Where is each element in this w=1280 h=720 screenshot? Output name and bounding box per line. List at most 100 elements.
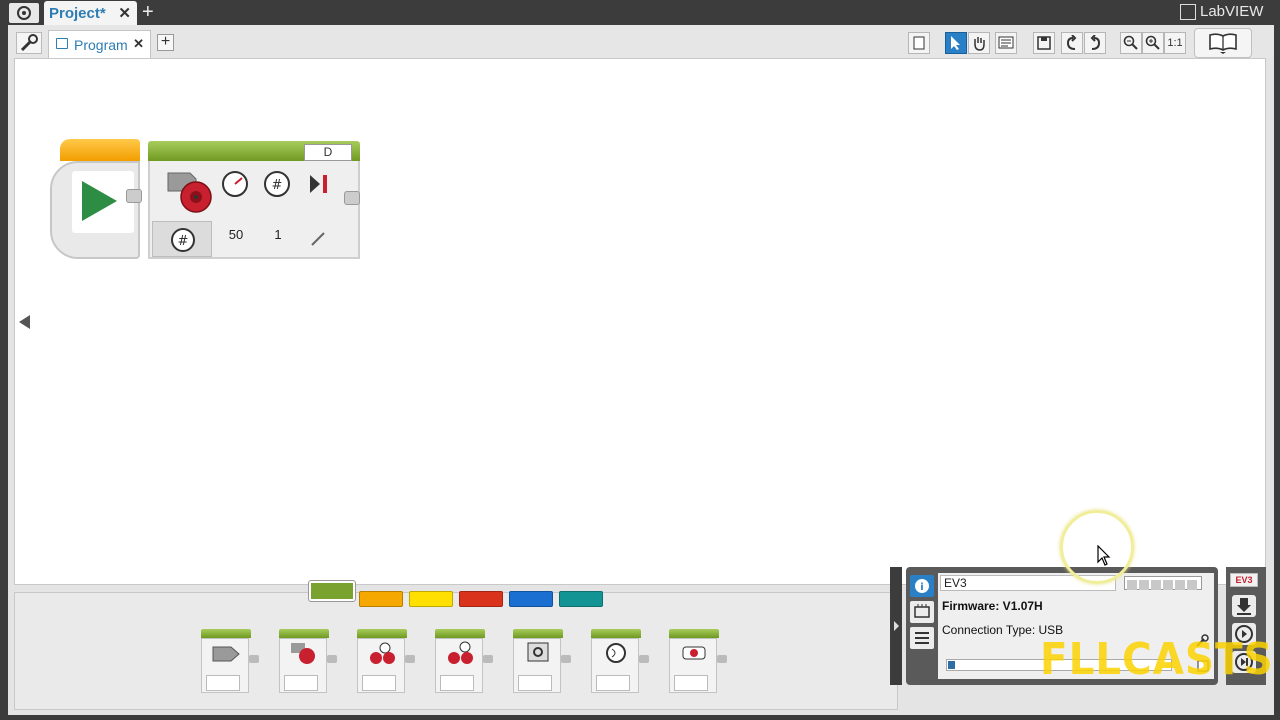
power-value[interactable]: 50 <box>216 227 256 242</box>
medium-motor-block[interactable] <box>201 629 259 693</box>
tank-icon <box>448 641 473 664</box>
comment-tool-button[interactable] <box>995 32 1017 54</box>
svg-text:#: # <box>178 234 189 249</box>
wrench-icon <box>20 34 38 52</box>
hand-icon <box>974 37 985 51</box>
labview-logo: LabVIEW <box>1180 2 1270 22</box>
list-icon <box>915 632 929 644</box>
palette-tab-myblocks[interactable] <box>559 591 603 607</box>
motor-block-header: D <box>148 141 360 161</box>
start-play-area[interactable] <box>72 171 134 233</box>
status-light-icon <box>682 646 706 660</box>
select-tool-button[interactable] <box>945 32 967 54</box>
large-motor-icon <box>167 172 212 213</box>
motor-block-body: # # 50 1 <box>148 161 360 259</box>
programming-palette <box>14 580 898 710</box>
add-program-button[interactable]: + <box>157 34 174 51</box>
sound-icon <box>606 643 626 663</box>
palette-tab-sensor[interactable] <box>409 591 453 607</box>
lobby-button[interactable] <box>9 3 39 23</box>
project-tab-label: Project* <box>49 5 106 22</box>
zoom-out-button[interactable] <box>1120 32 1142 54</box>
start-block[interactable] <box>50 139 142 261</box>
sound-block[interactable] <box>591 629 649 693</box>
undo-button[interactable] <box>1061 32 1083 54</box>
available-bricks-tab[interactable] <box>910 627 934 649</box>
pan-tool-button[interactable] <box>968 32 990 54</box>
save-button[interactable] <box>1033 32 1055 54</box>
start-block-header <box>60 139 140 161</box>
project-properties-button[interactable] <box>16 32 42 54</box>
sequence-plug[interactable] <box>126 189 142 203</box>
move-steering-block[interactable] <box>357 629 415 693</box>
page-icon <box>913 36 925 50</box>
hardware-page-toggle-icon[interactable] <box>890 567 902 685</box>
brick-status-light-block[interactable] <box>669 629 727 693</box>
labview-icon <box>1180 4 1196 20</box>
start-block-body <box>50 161 140 259</box>
undo-icon <box>1066 34 1077 50</box>
rotations-value[interactable]: 1 <box>258 227 298 242</box>
large-motor-block[interactable]: D # # 50 1 <box>148 141 360 259</box>
display-icon <box>527 642 549 662</box>
save-icon <box>1037 36 1051 50</box>
palette-tab-action[interactable] <box>308 580 356 602</box>
program-tab-bar: Program ✕ + 1:1 <box>8 25 1274 58</box>
svg-text:i: i <box>920 582 923 593</box>
port-selector[interactable]: D <box>304 144 352 161</box>
speed-gauge-icon <box>222 171 248 197</box>
sequence-plug-out[interactable] <box>344 191 360 205</box>
rotations-icon: # <box>264 171 290 197</box>
tab-program[interactable]: Program ✕ <box>48 30 151 58</box>
battery-level <box>1124 576 1202 590</box>
labview-label: LabVIEW <box>1200 3 1264 20</box>
project-tab[interactable]: Project* ✕ <box>44 1 137 25</box>
redo-button[interactable] <box>1084 32 1106 54</box>
program-icon <box>56 38 68 49</box>
zoom-in-button[interactable] <box>1142 32 1164 54</box>
zoom-in-icon <box>1145 35 1160 50</box>
large-motor-icon <box>291 643 315 664</box>
content-editor-button[interactable] <box>908 32 930 54</box>
port-view-icon <box>914 604 930 618</box>
download-button[interactable] <box>1232 595 1256 617</box>
play-icon <box>82 181 117 221</box>
download-icon <box>1237 598 1251 615</box>
add-project-button[interactable]: + <box>142 1 154 23</box>
redo-icon <box>1090 34 1101 50</box>
close-project-icon[interactable]: ✕ <box>118 4 131 22</box>
medium-motor-icon <box>212 646 240 662</box>
mode-selector[interactable]: # <box>152 221 212 257</box>
memory-usage-fill <box>948 661 955 669</box>
book-icon <box>1209 33 1237 54</box>
display-block[interactable] <box>513 629 571 693</box>
palette-tab-flow[interactable] <box>359 591 403 607</box>
brake-toggle-icon[interactable] <box>308 229 330 249</box>
svg-text:#: # <box>272 178 283 193</box>
help-button[interactable] <box>1194 28 1252 58</box>
port-view-tab[interactable] <box>910 601 934 623</box>
home-icon <box>17 6 31 20</box>
large-motor-palette-block[interactable] <box>279 629 337 693</box>
pointer-icon <box>951 36 960 50</box>
ev3-badge: EV3 <box>1230 573 1258 587</box>
palette-tab-data[interactable] <box>459 591 503 607</box>
palette-tab-advanced[interactable] <box>509 591 553 607</box>
mouse-cursor-icon <box>1097 545 1111 566</box>
brick-info-tab[interactable]: i <box>910 575 934 597</box>
rotations-mode-icon: # <box>171 228 195 252</box>
info-icon: i <box>915 579 929 593</box>
zoom-reset-button[interactable]: 1:1 <box>1164 32 1186 54</box>
firmware-version: Firmware: V1.07H <box>942 599 1043 613</box>
brake-at-end-icon <box>310 175 327 193</box>
watermark: FLLCASTS <box>1040 634 1274 685</box>
comment-icon <box>998 36 1014 49</box>
project-bar: Project* ✕ + LabVIEW <box>0 0 1280 25</box>
close-program-icon[interactable]: ✕ <box>133 36 144 52</box>
programming-canvas[interactable]: D # # 50 1 <box>14 58 1266 585</box>
steering-icon <box>370 642 395 664</box>
zoom-out-icon <box>1123 35 1138 50</box>
move-tank-block[interactable] <box>435 629 493 693</box>
tab-program-label: Program <box>74 37 128 53</box>
expand-left-arrow-icon[interactable] <box>19 315 30 329</box>
